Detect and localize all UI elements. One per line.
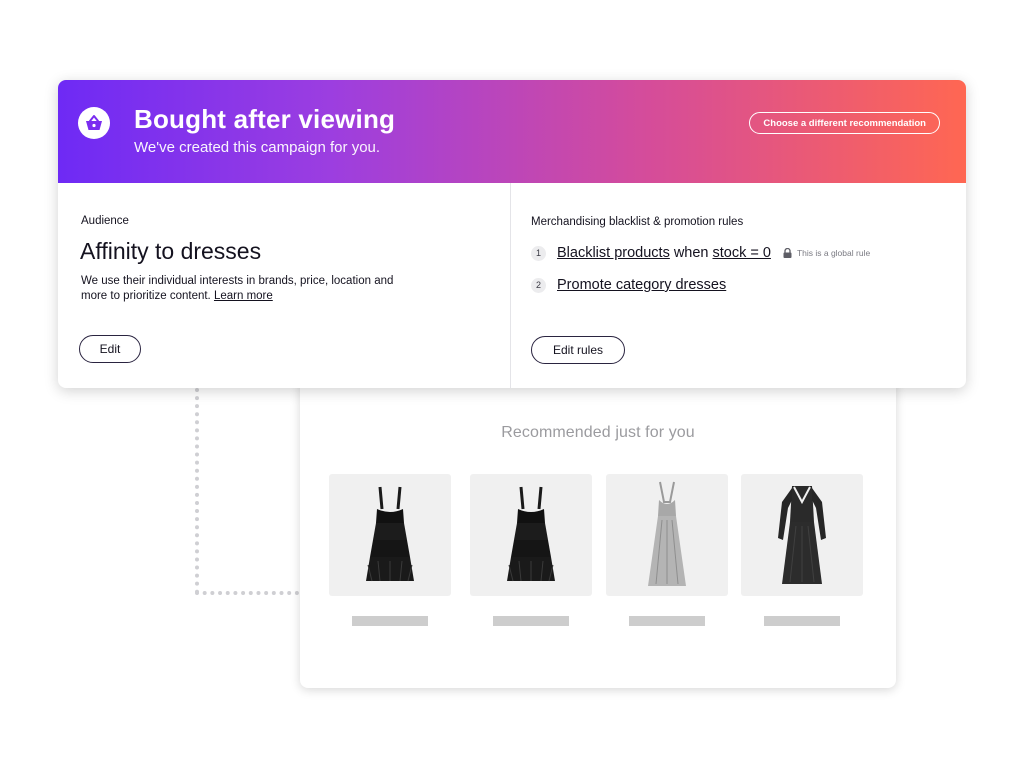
audience-section: Audience Affinity to dresses We use thei… [58,183,511,388]
blacklist-products-link[interactable]: Blacklist products [557,245,670,261]
global-rule-text: This is a global rule [796,248,871,258]
audience-title: Affinity to dresses [80,238,262,264]
product-name-placeholder [764,616,840,626]
product-card[interactable] [470,474,592,626]
learn-more-link[interactable]: Learn more [214,290,273,302]
edit-rules-button[interactable]: Edit rules [531,336,625,364]
rule-number: 1 [531,245,546,261]
product-image [741,474,863,596]
black-tiered-dress-icon [507,486,555,582]
connector-line-horizontal [195,591,299,595]
product-card[interactable] [329,474,451,626]
edit-audience-button[interactable]: Edit [79,335,141,363]
rules-label: Merchandising blacklist & promotion rule… [531,216,744,228]
choose-different-recommendation-button[interactable]: Choose a different recommendation [749,112,940,134]
connector-line-vertical [195,388,199,594]
audience-description: We use their individual interests in bra… [81,274,421,304]
preview-title: Recommended just for you [501,424,695,441]
campaign-subtitle: We've created this campaign for you. [134,139,381,156]
product-image [606,474,728,596]
black-long-sleeve-dress-icon [778,486,826,584]
campaign-header: Bought after viewing We've created this … [58,80,966,183]
silver-gown-icon [648,481,686,586]
product-card[interactable] [741,474,863,626]
campaign-card: Bought after viewing We've created this … [58,80,966,388]
campaign-body: Audience Affinity to dresses We use thei… [58,183,966,388]
black-tiered-dress-icon [366,486,414,582]
rules-section: Merchandising blacklist & promotion rule… [511,183,966,388]
lock-icon [783,248,792,258]
campaign-title: Bought after viewing [134,104,396,134]
product-image [329,474,451,596]
product-image [470,474,592,596]
rule-item: 2 Promote category dresses [531,277,726,293]
global-rule-note: This is a global rule [783,248,870,258]
product-name-placeholder [629,616,705,626]
product-name-placeholder [352,616,428,626]
rule-item: 1 Blacklist products when stock = 0 This… [531,245,870,261]
audience-label: Audience [81,215,129,227]
stock-condition-link[interactable]: stock = 0 [713,245,771,261]
rule-number: 2 [531,277,546,293]
basket-icon [86,115,102,130]
rule-connector-text: when [673,245,709,261]
promote-category-link[interactable]: Promote category dresses [557,277,726,293]
basket-badge [78,107,110,139]
product-name-placeholder [493,616,569,626]
product-card[interactable] [606,474,728,626]
